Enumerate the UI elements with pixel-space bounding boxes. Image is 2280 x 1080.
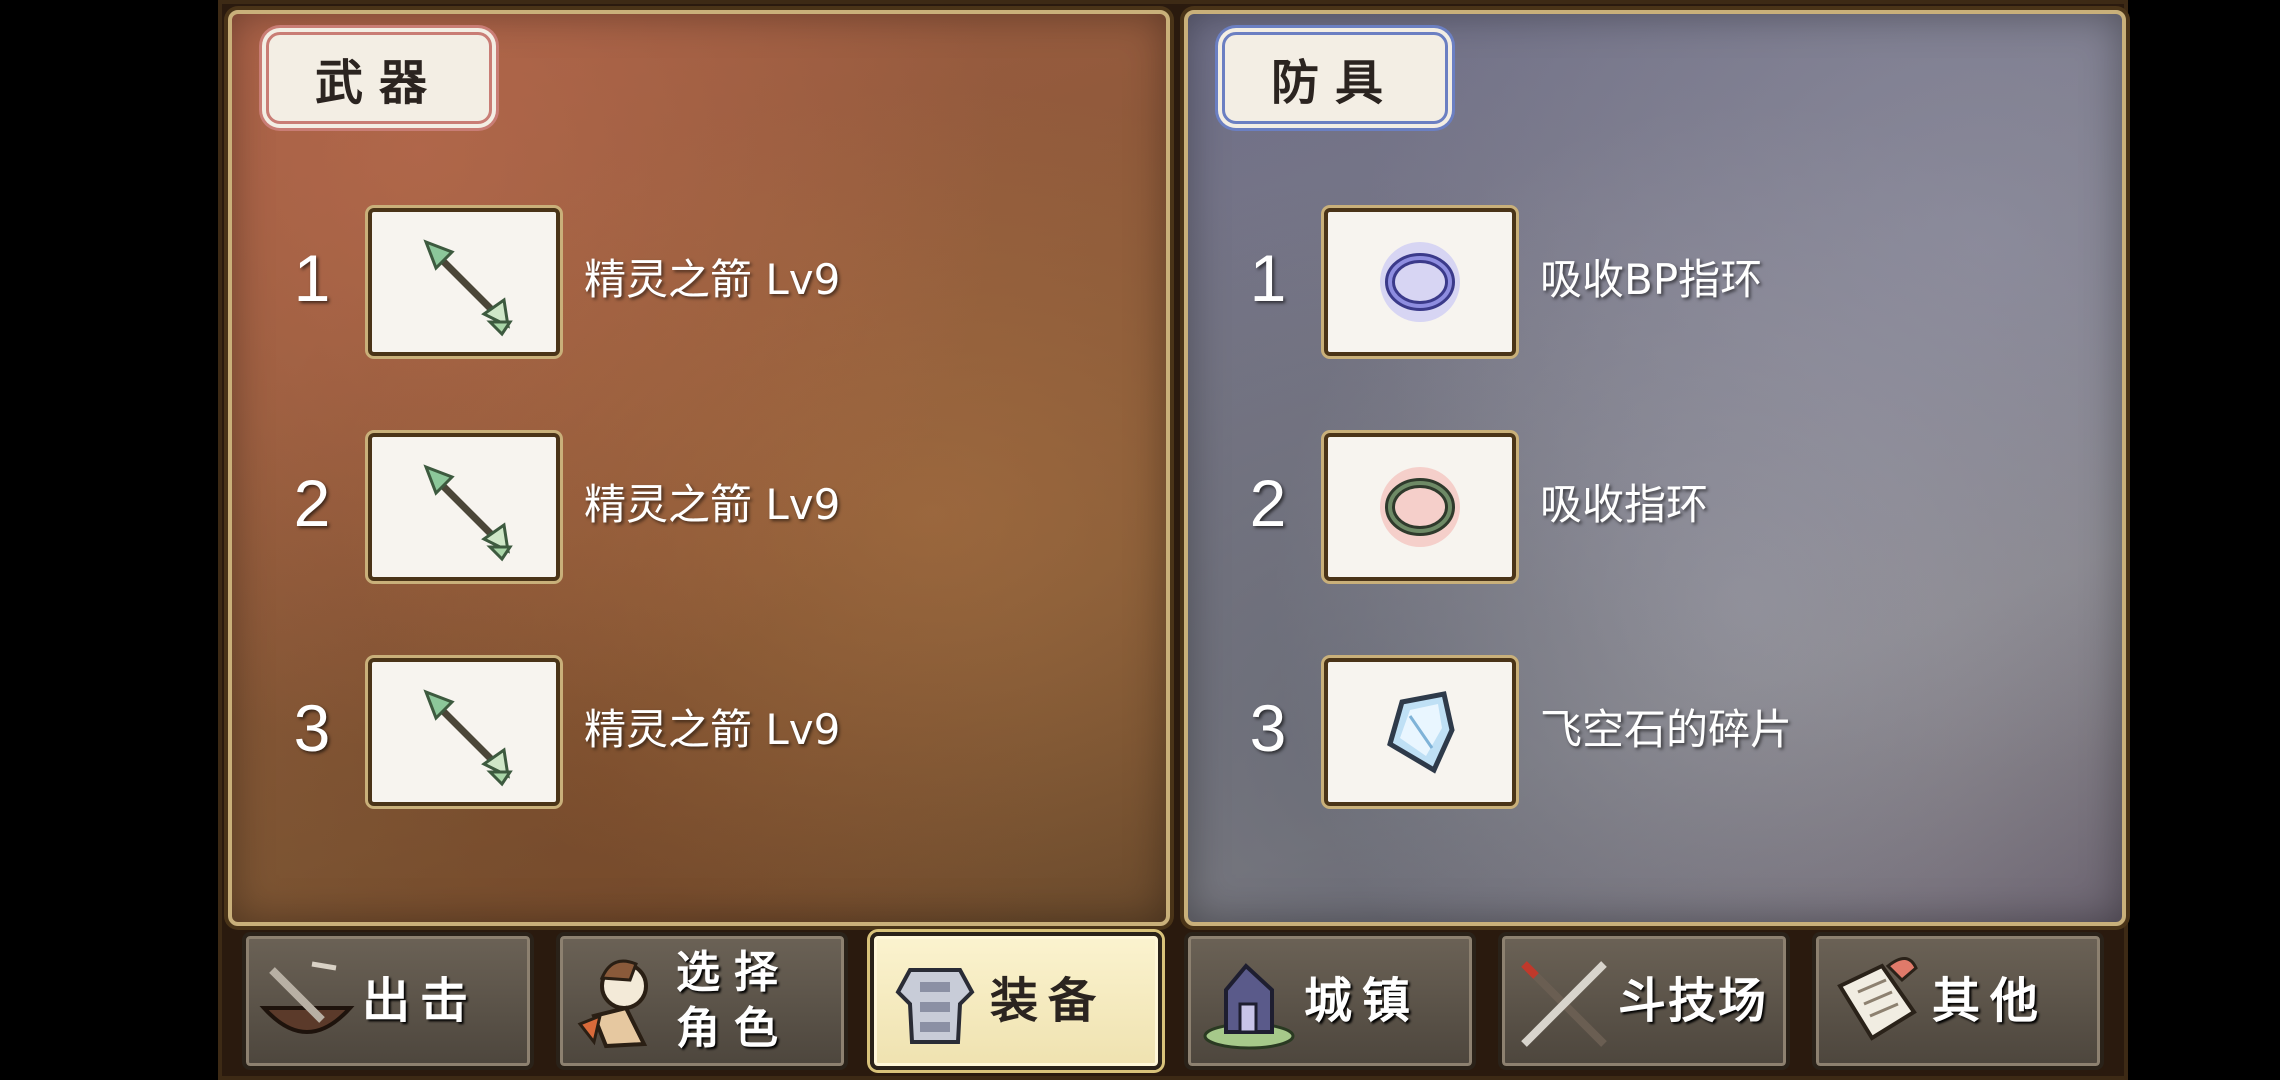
- other-label: 其他: [1932, 973, 2049, 1029]
- sortie-icon: [259, 961, 355, 1034]
- weapon-slot-3[interactable]: 3 精灵之箭 Lv9: [272, 658, 1152, 808]
- town-label: 城镇: [1304, 973, 1421, 1029]
- weapon-item-box[interactable]: [368, 658, 560, 806]
- armor-panel: 防具 1 吸收BP指环 2 吸收指环 3 飞空石的碎片: [1184, 10, 2126, 926]
- sortie-label: 出击: [362, 973, 479, 1029]
- slot-number: 1: [293, 241, 331, 315]
- select-character-label-line2: 角色: [676, 1003, 792, 1054]
- weapon-name: 精灵之箭 Lv9: [584, 255, 841, 304]
- slot-number: 1: [1249, 241, 1287, 315]
- armor-name: 吸收指环: [1540, 480, 1709, 529]
- armor-slot-2[interactable]: 2 吸收指环: [1228, 433, 2108, 583]
- armor-title: 防具: [1222, 32, 1448, 124]
- armor-item-box[interactable]: [1324, 208, 1516, 356]
- sortie-button[interactable]: 出击: [242, 932, 534, 1070]
- equip-button[interactable]: 装备: [870, 932, 1162, 1070]
- armor-item-box[interactable]: [1324, 658, 1516, 806]
- crossed-swords-icon: [1521, 961, 1607, 1047]
- slot-number: 3: [293, 691, 331, 765]
- slot-number: 2: [1249, 466, 1287, 540]
- select-character-button[interactable]: 选择 角色: [556, 932, 848, 1070]
- elf-arrow-icon: [423, 239, 513, 337]
- weapon-name: 精灵之箭 Lv9: [584, 480, 841, 529]
- armor-slot-3[interactable]: 3 飞空石的碎片: [1228, 658, 2108, 808]
- weapon-item-box[interactable]: [368, 208, 560, 356]
- select-character-label-line1: 选择: [676, 947, 792, 998]
- arena-label: 斗技场: [1618, 973, 1769, 1029]
- armor-name: 飞空石的碎片: [1540, 705, 1793, 754]
- armor-name: 吸收BP指环: [1540, 255, 1763, 304]
- weapon-slot-2[interactable]: 2 精灵之箭 Lv9: [272, 433, 1152, 583]
- ring-blue-icon: [1380, 242, 1460, 322]
- weapons-title: 武器: [266, 32, 492, 124]
- elf-arrow-icon: [423, 689, 513, 787]
- armor-slot-1[interactable]: 1 吸收BP指环: [1228, 208, 2108, 358]
- town-button[interactable]: 城镇: [1184, 932, 1476, 1070]
- weapons-panel: 武器 1 精灵之箭 Lv9 2 精灵之箭 Lv9 3 精灵之箭 Lv9: [228, 10, 1170, 926]
- equip-label: 装备: [990, 973, 1107, 1029]
- weapon-slot-1[interactable]: 1 精灵之箭 Lv9: [272, 208, 1152, 358]
- game-screen: 武器 1 精灵之箭 Lv9 2 精灵之箭 Lv9 3 精灵之箭 Lv9 防具 1…: [218, 0, 2128, 1080]
- weapon-item-box[interactable]: [368, 433, 560, 581]
- weapon-name: 精灵之箭 Lv9: [584, 705, 841, 754]
- armor-item-box[interactable]: [1324, 433, 1516, 581]
- other-button[interactable]: 其他: [1812, 932, 2104, 1070]
- armor-icon: [895, 968, 975, 1044]
- scroll-icon: [1837, 957, 1918, 1041]
- elf-arrow-icon: [423, 464, 513, 562]
- slot-number: 2: [293, 466, 331, 540]
- crystal-shard-icon: [1387, 691, 1455, 774]
- ring-red-icon: [1380, 467, 1460, 547]
- bottom-nav: 出击 选择 角色 装备 城镇 斗技场 其他: [242, 932, 2118, 1072]
- character-icon: [577, 959, 648, 1049]
- arena-button[interactable]: 斗技场: [1498, 932, 1790, 1070]
- slot-number: 3: [1249, 691, 1287, 765]
- select-character-label: 选择 角色: [676, 945, 792, 1057]
- town-icon: [1203, 963, 1295, 1050]
